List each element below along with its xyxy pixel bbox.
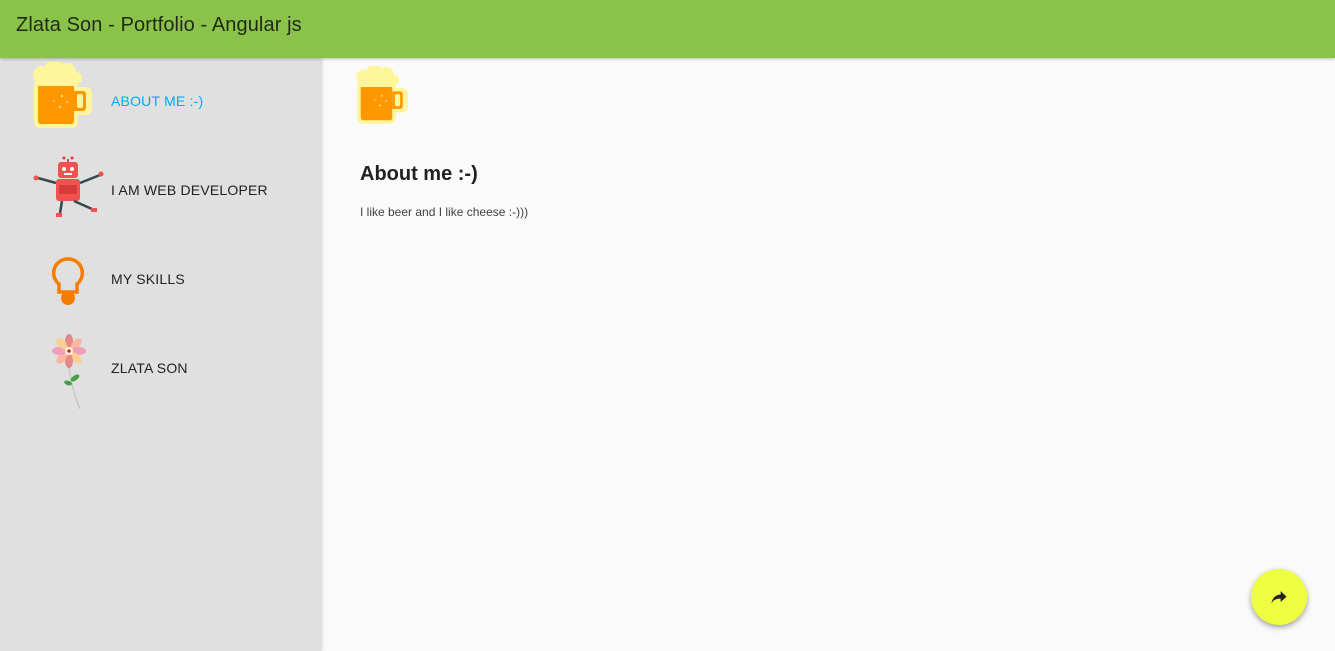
sidebar-item-label: I AM WEB DEVELOPER bbox=[111, 182, 268, 198]
sidebar: ABOUT ME :-) I AM WEB DEVELOPER MY SKILL… bbox=[0, 58, 321, 651]
share-button[interactable] bbox=[1251, 569, 1307, 625]
app-title: Zlata Son - Portfolio - Angular js bbox=[16, 14, 302, 36]
section-heading: About me :-) bbox=[360, 163, 478, 185]
sidebar-item-about-me[interactable]: ABOUT ME :-) bbox=[0, 58, 321, 147]
sidebar-item-label: ZLATA SON bbox=[111, 360, 188, 376]
top-toolbar: Zlata Son - Portfolio - Angular js bbox=[0, 0, 1335, 58]
flower-icon bbox=[28, 329, 108, 409]
beer-mug-icon bbox=[28, 62, 108, 142]
beer-mug-icon bbox=[352, 64, 422, 136]
sidebar-item-label: ABOUT ME :-) bbox=[111, 93, 204, 109]
sidebar-item-web-developer[interactable]: I AM WEB DEVELOPER bbox=[0, 147, 321, 236]
section-text: I like beer and I like cheese :-))) bbox=[360, 205, 529, 219]
robot-icon bbox=[28, 151, 108, 231]
sidebar-item-zlata-son[interactable]: ZLATA SON bbox=[0, 325, 321, 414]
main-content: About me :-) I like beer and I like chee… bbox=[322, 58, 1335, 651]
sidebar-item-my-skills[interactable]: MY SKILLS bbox=[0, 236, 321, 325]
sidebar-item-label: MY SKILLS bbox=[111, 271, 185, 287]
share-icon bbox=[1271, 591, 1287, 604]
light-bulb-icon bbox=[28, 240, 108, 320]
